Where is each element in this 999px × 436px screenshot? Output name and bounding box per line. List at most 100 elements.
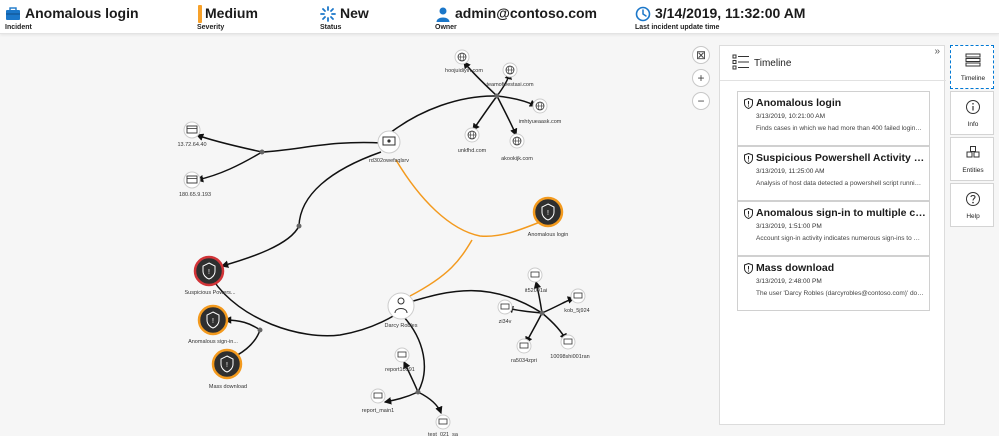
rail-label: Help xyxy=(966,213,980,220)
card-description: The user 'Darcy Robles (darcyrobles@cont… xyxy=(756,290,924,297)
collapse-panel-button[interactable]: » xyxy=(934,46,940,57)
node-label: imhtyueaask.com xyxy=(519,119,562,125)
node-machine[interactable]: it52001ai xyxy=(525,267,547,294)
panel-title: Timeline xyxy=(754,58,792,69)
rail-label: Entities xyxy=(962,167,984,174)
node-label: it52001ai xyxy=(525,288,547,294)
node-domain[interactable]: unkfhd.com xyxy=(458,127,487,154)
shield-alert-icon xyxy=(744,98,753,109)
alert-mark: ! xyxy=(547,210,549,217)
edge xyxy=(533,280,543,314)
graph-canvas[interactable]: rd302owefsqlsrv 13.72.64.40 180.65.9.193… xyxy=(0,35,718,436)
rail-label: Timeline xyxy=(960,75,986,82)
rail-info-button[interactable]: Info xyxy=(950,91,994,135)
node-machine[interactable]: kob_5j924 xyxy=(564,288,590,314)
node-label: 180.65.9.193 xyxy=(179,192,211,198)
node-machine[interactable]: ra5034zpri xyxy=(511,338,537,364)
incident-graph[interactable]: rd302owefsqlsrv 13.72.64.40 180.65.9.193… xyxy=(0,35,718,436)
incident-label: Incident xyxy=(5,24,32,31)
alert-mark: ! xyxy=(226,362,228,369)
node-label: 10098shi001ran xyxy=(550,354,589,360)
card-title: Mass download xyxy=(756,262,835,274)
spinner-icon xyxy=(320,6,336,22)
fit-view-button[interactable]: ⊠ xyxy=(692,46,710,64)
incident-name: Anomalous login xyxy=(25,5,139,21)
timeline-card[interactable]: Anomalous sign-in to multiple comp... 3/… xyxy=(737,201,930,256)
node-label: Anomalous sign-in... xyxy=(188,339,238,345)
node-label: unkfhd.com xyxy=(458,148,487,154)
timeline-card[interactable]: Mass download 3/13/2019, 2:48:00 PM The … xyxy=(737,256,930,311)
node-machine[interactable]: test_021_sa xyxy=(428,414,459,436)
timeline-card[interactable]: Anomalous login 3/13/2019, 10:21:00 AM F… xyxy=(737,91,930,146)
alert-node-mass-download[interactable]: ! Mass download xyxy=(209,348,247,390)
node-domain[interactable]: imhtyueaask.com xyxy=(519,98,562,125)
minus-icon: − xyxy=(697,94,705,108)
rail-entities-button[interactable]: Entities xyxy=(950,137,994,181)
node-domain[interactable]: akookijk.com xyxy=(501,133,533,162)
card-description: Finds cases in which we had more than 40… xyxy=(756,125,924,132)
edge xyxy=(409,289,543,314)
status-value: New xyxy=(340,5,369,21)
node-machine[interactable]: 10098shi001ran xyxy=(550,334,590,360)
node-machine[interactable]: zi34v xyxy=(497,299,513,325)
edge xyxy=(417,391,443,415)
node-domain[interactable]: hoojuidiyin.com xyxy=(445,49,483,74)
edge xyxy=(212,279,396,337)
alert-node-anomalous-signin[interactable]: ! Anomalous sign-in... xyxy=(188,304,238,345)
timeline-panel: » Timeline Anomalous login 3/13/2019, 10… xyxy=(719,45,946,425)
node-label: Anomalous login xyxy=(528,232,569,238)
node-label: Darcy Robles xyxy=(384,323,417,329)
timeline-card[interactable]: Suspicious Powershell Activity Detec... … xyxy=(737,146,930,201)
edge xyxy=(496,95,538,107)
edge xyxy=(525,312,543,345)
status-label: Status xyxy=(320,24,342,31)
node-machine[interactable]: report10991 xyxy=(385,347,415,373)
alert-node-anomalous-login[interactable]: ! Anomalous login xyxy=(528,196,569,238)
rail-help-button[interactable]: Help xyxy=(950,183,994,227)
shield-alert-icon xyxy=(744,263,753,274)
node-server[interactable]: rd302owefsqlsrv xyxy=(369,130,409,164)
alert-node-suspicious-powershell[interactable]: ! Suspicious Powers... xyxy=(184,255,236,296)
rail-label: Info xyxy=(967,121,979,128)
updated-label: Last incident update time xyxy=(635,24,720,31)
info-icon xyxy=(966,100,980,114)
node-ip[interactable]: 180.65.9.193 xyxy=(179,171,211,198)
highlighted-edge xyxy=(409,239,473,297)
highlighted-edge xyxy=(395,159,541,238)
severity-bar-icon xyxy=(198,5,202,23)
node-ip[interactable]: 13.72.64.40 xyxy=(177,121,207,148)
card-time: 3/13/2019, 1:51:00 PM xyxy=(756,223,822,230)
user-icon xyxy=(436,7,450,22)
severity-value: Medium xyxy=(205,5,258,21)
edge xyxy=(220,225,300,268)
owner-value: admin@contoso.com xyxy=(455,5,597,21)
node-label: Suspicious Powers... xyxy=(184,290,236,296)
card-description: Account sign-in activity indicates numer… xyxy=(756,235,924,242)
rail-timeline-button[interactable]: Timeline xyxy=(950,45,994,89)
edge xyxy=(389,95,498,134)
node-domain[interactable]: teamofivestasi.com xyxy=(486,62,534,88)
card-time: 3/13/2019, 10:21:00 AM xyxy=(756,113,826,120)
edge xyxy=(195,133,263,153)
node-label: kob_5j924 xyxy=(564,308,589,314)
edge xyxy=(496,95,518,137)
edge xyxy=(472,95,498,132)
card-title: Suspicious Powershell Activity Detec... xyxy=(756,152,926,164)
card-description: Analysis of host data detected a powersh… xyxy=(756,180,924,187)
divider xyxy=(720,80,946,81)
card-title: Anomalous sign-in to multiple comp... xyxy=(756,207,926,219)
edge xyxy=(383,391,419,405)
severity-label: Severity xyxy=(197,24,225,31)
card-title: Anomalous login xyxy=(756,97,842,109)
node-label: akookijk.com xyxy=(501,156,533,162)
node-label: zi34v xyxy=(499,319,512,325)
zoom-in-button[interactable]: + xyxy=(692,69,710,87)
zoom-out-button[interactable]: − xyxy=(692,92,710,110)
briefcase-icon xyxy=(6,7,20,20)
timeline-icon xyxy=(965,53,981,67)
owner-label: Owner xyxy=(435,24,457,31)
incident-header: Anomalous login Incident Medium Severity… xyxy=(0,0,999,34)
node-user[interactable]: Darcy Robles xyxy=(384,292,418,329)
card-time: 3/13/2019, 11:25:00 AM xyxy=(756,168,825,175)
node-label: hoojuidiyin.com xyxy=(445,68,483,74)
